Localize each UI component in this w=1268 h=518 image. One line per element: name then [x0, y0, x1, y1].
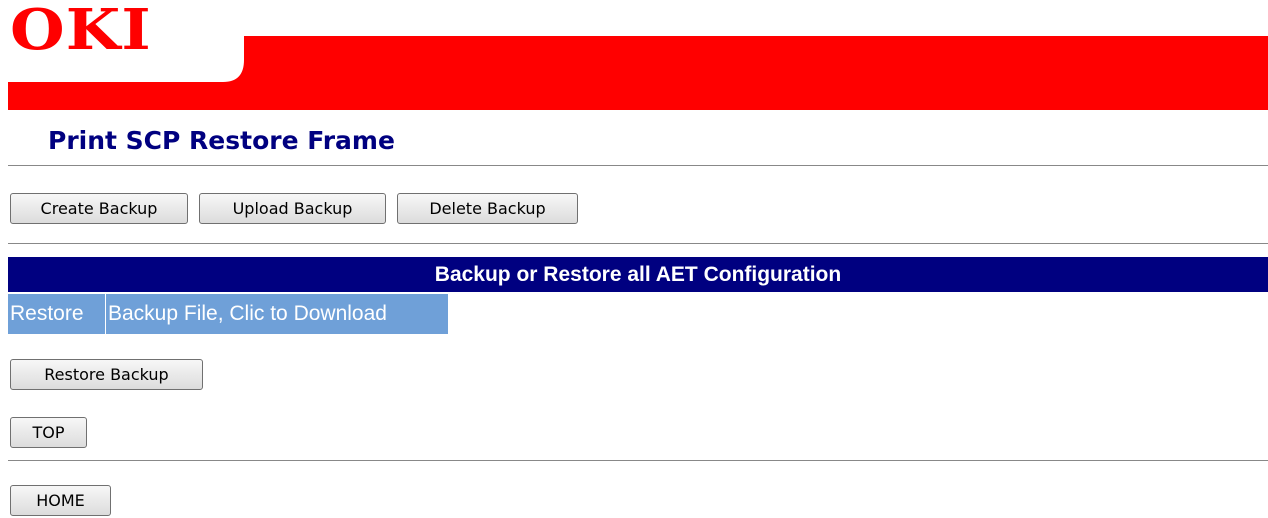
- table-header-row: Restore Backup File, Clic to Download: [8, 294, 448, 334]
- upload-backup-button[interactable]: Upload Backup: [199, 193, 386, 224]
- page-title: Print SCP Restore Frame: [48, 126, 395, 155]
- oki-logo: OKI: [10, 0, 152, 63]
- home-button[interactable]: HOME: [10, 485, 111, 516]
- restore-backup-button[interactable]: Restore Backup: [10, 359, 203, 390]
- banner-red-bar: [8, 36, 1268, 110]
- create-backup-button[interactable]: Create Backup: [10, 193, 188, 224]
- divider: [8, 165, 1268, 167]
- column-header-backup-file: Backup File, Clic to Download: [105, 294, 448, 334]
- section-header: Backup or Restore all AET Configuration: [8, 257, 1268, 292]
- divider: [8, 460, 1268, 462]
- header-banner: OKI: [8, 0, 1268, 110]
- column-header-restore: Restore: [10, 302, 84, 325]
- delete-backup-button[interactable]: Delete Backup: [397, 193, 578, 224]
- divider: [8, 243, 1268, 245]
- top-button[interactable]: TOP: [10, 417, 87, 448]
